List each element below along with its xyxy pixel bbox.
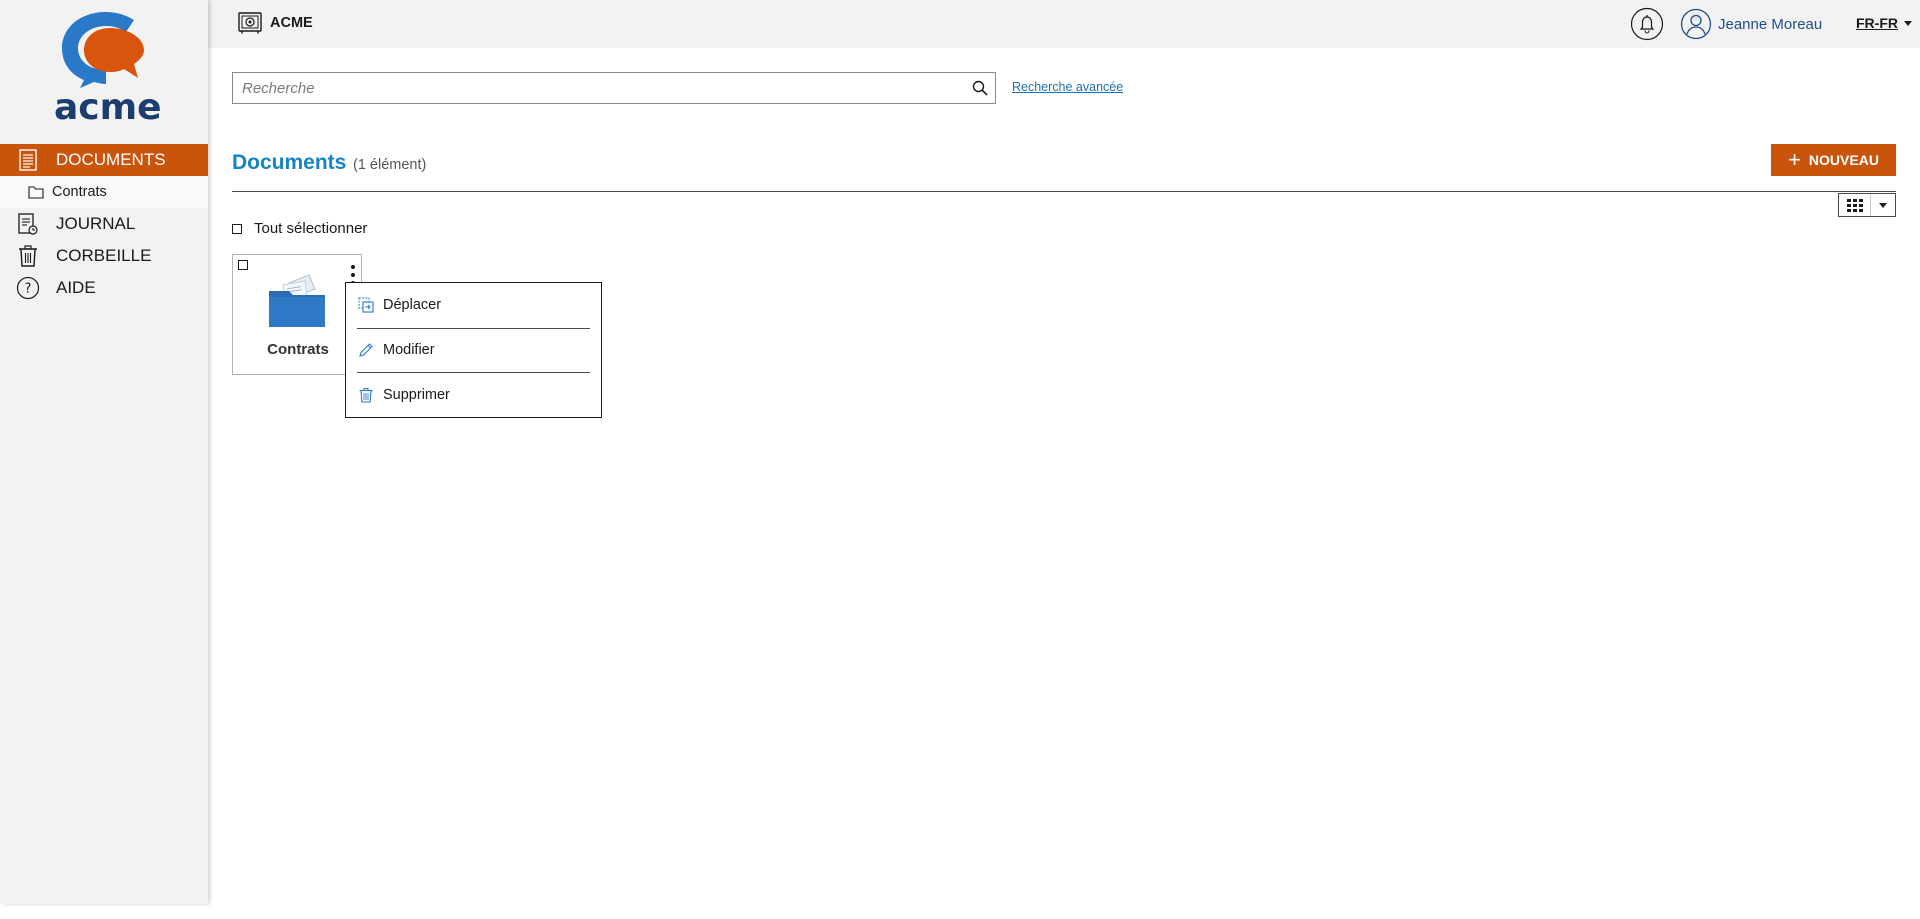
- acme-logo[interactable]: acme: [54, 8, 162, 126]
- new-button[interactable]: + NOUVEAU: [1771, 144, 1896, 176]
- folder-icon: [28, 184, 44, 200]
- page-title: Documents: [232, 151, 347, 174]
- sidebar-nav: DOCUMENTS Contrats JOURNAL CORBEILLE ? A…: [0, 144, 208, 304]
- menu-item-delete[interactable]: Supprimer: [357, 372, 590, 417]
- select-all-checkbox[interactable]: [232, 223, 242, 234]
- trash-icon: [16, 244, 40, 268]
- menu-item-edit[interactable]: Modifier: [357, 327, 590, 373]
- sidebar-item-corbeille[interactable]: CORBEILLE: [0, 240, 208, 272]
- language-selector[interactable]: FR-FR: [1856, 15, 1912, 31]
- sidebar-item-contrats[interactable]: Contrats: [0, 176, 208, 208]
- user-name: Jeanne Moreau: [1718, 15, 1823, 33]
- view-mode-selector[interactable]: [1838, 193, 1896, 217]
- sidebar: acme DOCUMENTS Contrats JOURNAL CORBEILL…: [0, 0, 208, 904]
- folder-icon: [267, 271, 327, 331]
- move-icon: [357, 296, 375, 314]
- sidebar-item-aide[interactable]: ? AIDE: [0, 272, 208, 304]
- logo-bubble-icon: [62, 12, 144, 88]
- pencil-icon: [357, 341, 375, 359]
- search-icon: [972, 80, 988, 96]
- trash-icon: [357, 386, 375, 404]
- plus-icon: +: [1788, 147, 1801, 172]
- grid-view-icon: [1839, 194, 1871, 216]
- caret-down-icon: [1904, 20, 1912, 26]
- sidebar-item-documents[interactable]: DOCUMENTS: [0, 144, 208, 176]
- folder-card-label: Contrats: [267, 341, 329, 358]
- user-menu[interactable]: Jeanne Moreau: [1680, 8, 1822, 40]
- search-input[interactable]: [233, 73, 965, 103]
- search-button[interactable]: [965, 73, 995, 103]
- help-icon: ?: [16, 276, 40, 300]
- brand-label: ACME: [270, 15, 313, 31]
- item-count: (1 élément): [353, 157, 427, 173]
- menu-item-label: Supprimer: [383, 386, 450, 403]
- select-all[interactable]: Tout sélectionner: [232, 220, 367, 237]
- journal-icon: [16, 212, 40, 236]
- svg-text:?: ?: [25, 282, 32, 297]
- folder-card[interactable]: Contrats: [232, 254, 362, 375]
- item-checkbox[interactable]: [238, 260, 248, 270]
- caret-down-icon: [1871, 202, 1895, 208]
- new-button-label: NOUVEAU: [1808, 152, 1879, 168]
- sidebar-item-journal[interactable]: JOURNAL: [0, 208, 208, 240]
- search-box: [232, 72, 996, 104]
- logo-text: acme: [54, 87, 162, 128]
- sidebar-item-label: JOURNAL: [56, 214, 136, 233]
- safe-icon: [238, 12, 262, 34]
- select-all-label: Tout sélectionner: [254, 220, 368, 237]
- sidebar-item-label: DOCUMENTS: [56, 150, 166, 169]
- advanced-search-link[interactable]: Recherche avancée: [1012, 80, 1123, 94]
- menu-item-label: Modifier: [383, 342, 435, 359]
- bell-icon: [1630, 7, 1664, 41]
- menu-item-label: Déplacer: [383, 297, 442, 314]
- divider: [232, 191, 1896, 192]
- sidebar-item-label: Contrats: [52, 184, 107, 200]
- document-list-icon: [16, 148, 40, 172]
- brand[interactable]: ACME: [238, 12, 313, 34]
- context-menu: Déplacer Modifier Supprimer: [345, 282, 602, 418]
- language-label: FR-FR: [1856, 15, 1898, 31]
- sidebar-item-label: AIDE: [56, 278, 96, 297]
- user-icon: [1680, 8, 1712, 40]
- notifications-button[interactable]: [1630, 7, 1664, 41]
- sidebar-item-label: CORBEILLE: [56, 246, 152, 265]
- menu-item-move[interactable]: Déplacer: [357, 283, 590, 328]
- top-bar: ACME Jeanne Moreau FR-FR: [208, 0, 1920, 48]
